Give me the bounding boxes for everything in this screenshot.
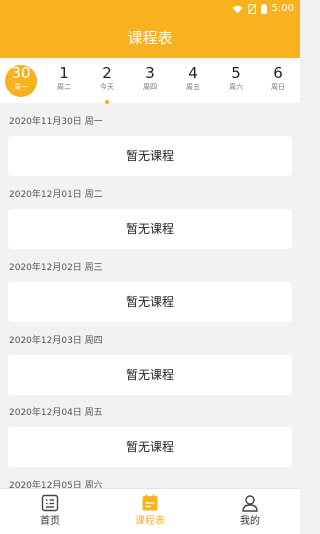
date-header: 2020年12月02日 周三	[9, 263, 103, 273]
tab-label: 首页	[40, 516, 60, 527]
day-item-4[interactable]: 4 周五	[177, 64, 209, 100]
battery-icon	[260, 4, 267, 14]
bottom-tab-bar: 首页 课程表 我的	[0, 488, 300, 534]
day-number: 30	[11, 64, 31, 82]
profile-icon	[242, 495, 258, 512]
date-header: 2020年12月05日 周六	[9, 481, 103, 488]
week-day-selector: 30 周一 1 周二 2 今天 3 周四 4 周五 5 周六 6 周日	[0, 58, 300, 104]
day-item-2-today[interactable]: 2 今天	[91, 64, 123, 104]
date-header: 2020年12月03日 周四	[9, 336, 103, 346]
day-label: 周四	[143, 83, 157, 91]
home-icon	[41, 494, 59, 512]
day-number: 3	[145, 64, 155, 82]
day-number: 4	[188, 64, 198, 82]
day-number: 6	[273, 64, 283, 82]
date-header: 2020年11月30日 周一	[9, 117, 103, 127]
day-label: 周六	[229, 83, 243, 91]
day-label: 周一	[14, 83, 28, 91]
day-label: 周二	[57, 83, 71, 91]
date-header: 2020年12月04日 周五	[9, 408, 103, 418]
day-label: 周五	[186, 83, 200, 91]
status-time: 5:00	[271, 3, 294, 14]
status-bar: 5:00	[0, 0, 300, 18]
no-course-card[interactable]: 暂无课程	[8, 209, 292, 249]
day-number: 2	[102, 64, 112, 82]
schedule-icon	[142, 494, 158, 511]
tab-label: 我的	[240, 516, 260, 527]
page-title: 课程表	[0, 18, 300, 58]
no-sim-icon	[247, 4, 256, 14]
no-course-card[interactable]: 暂无课程	[8, 355, 292, 395]
day-number: 5	[231, 64, 241, 82]
tab-home[interactable]: 首页	[20, 494, 80, 534]
day-item-5[interactable]: 5 周六	[220, 64, 252, 100]
day-label: 今天	[100, 83, 114, 91]
day-label: 周日	[271, 83, 285, 91]
wifi-icon	[232, 5, 243, 13]
date-header: 2020年12月01日 周二	[9, 190, 103, 200]
tab-schedule[interactable]: 课程表	[120, 494, 180, 534]
no-course-card[interactable]: 暂无课程	[8, 282, 292, 322]
tab-profile[interactable]: 我的	[220, 494, 280, 534]
day-item-6[interactable]: 6 周日	[262, 64, 294, 100]
day-item-1[interactable]: 1 周二	[48, 64, 80, 100]
day-item-3[interactable]: 3 周四	[134, 64, 166, 100]
no-course-card[interactable]: 暂无课程	[8, 136, 292, 176]
day-item-30[interactable]: 30 周一	[5, 64, 37, 100]
no-course-card[interactable]: 暂无课程	[8, 427, 292, 467]
schedule-list[interactable]: 2020年11月30日 周一 暂无课程 2020年12月01日 周二 暂无课程 …	[0, 103, 300, 488]
day-number: 1	[59, 64, 69, 82]
tab-label: 课程表	[135, 516, 165, 527]
status-icons: 5:00	[232, 3, 294, 15]
